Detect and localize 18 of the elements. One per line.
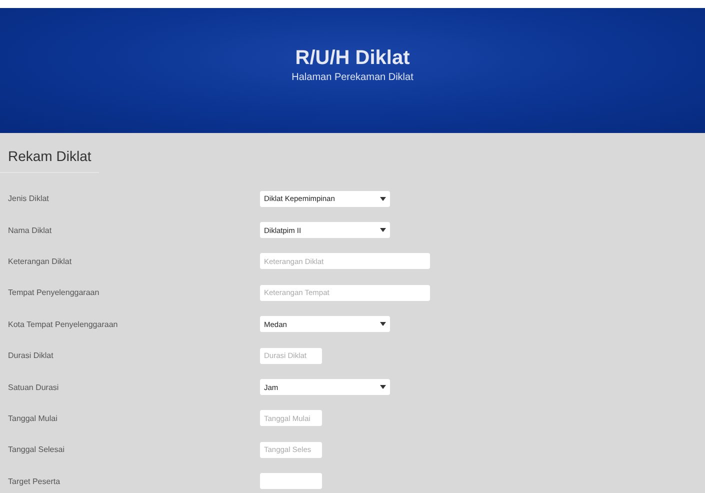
field-label: Keterangan Diklat [7, 256, 73, 266]
field-label: Tanggal Selesai [7, 445, 66, 454]
page-title: R/U/H Diklat [295, 47, 410, 70]
page-subtitle: Halaman Perekaman Diklat [292, 72, 414, 83]
field-label: Jenis Diklat [7, 194, 50, 204]
field-label: Durasi Diklat [7, 351, 54, 360]
field-label: Nama Diklat [7, 226, 53, 235]
field-label: Tempat Penyelenggaraan [7, 288, 100, 298]
caret-icon [380, 322, 386, 326]
input-field[interactable] [260, 473, 322, 490]
field-label: Target Peserta [7, 476, 62, 486]
form-title: Rekam Diklat [0, 133, 100, 173]
caret-icon [380, 228, 386, 232]
caret-icon [380, 196, 386, 201]
field-label: Satuan Durasi [7, 382, 60, 392]
field-label: Kota Tempat Penyelenggaraan [7, 320, 119, 329]
caret-icon [380, 385, 386, 390]
field-label: Tanggal Mulai [7, 414, 58, 423]
